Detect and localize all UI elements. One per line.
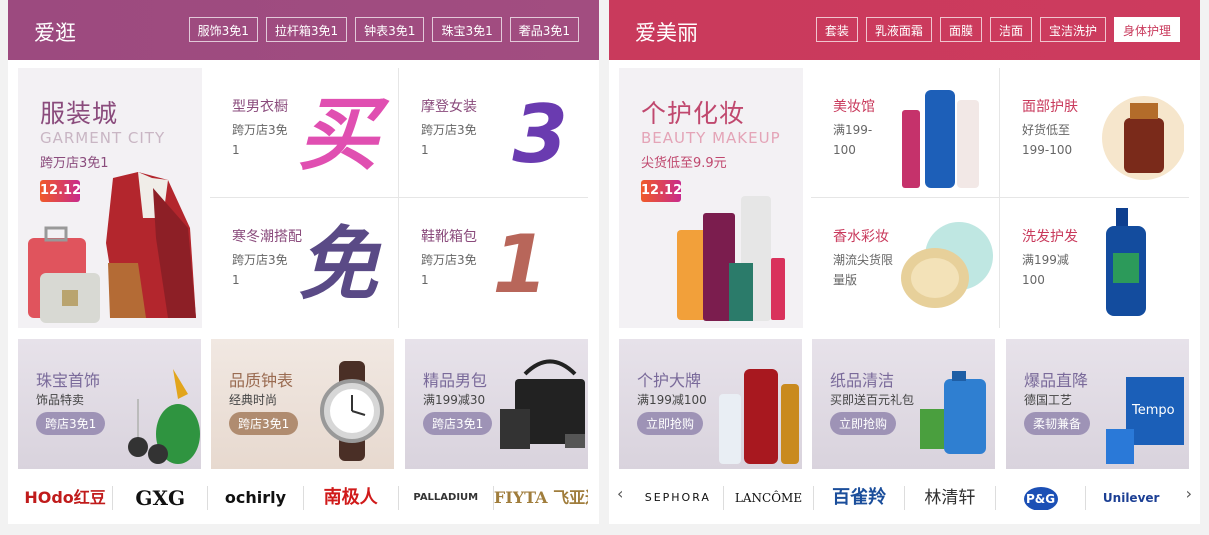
right-panel: 爱美丽 套装 乳液面霜 面膜 洁面 宝洁洗护 身体护理 个护化妆 BEAUTY … [609, 0, 1200, 524]
big-char-mai: 买 [298, 88, 378, 181]
category-subtitle: 满199减100 [1022, 253, 1069, 287]
right-tag-list: 套装 乳液面霜 面膜 洁面 宝洁洗护 身体护理 [815, 17, 1180, 42]
personal-care-image [719, 369, 799, 464]
beauty-hall-image [902, 90, 979, 188]
category-title: 面部护肤 [1022, 99, 1078, 115]
promo-mens-bags[interactable]: 精品男包 满199减30 跨店3免1 [405, 339, 588, 469]
category-title: 摩登女装 [421, 99, 477, 115]
left-brand-strip: HOdo红豆 GXG ochirly 南极人 PALLADIUM FIYTA 飞… [18, 475, 588, 520]
category-womenswear[interactable]: 摩登女装 跨万店3免1 3 [399, 68, 588, 198]
pg-logo: P&G [1023, 486, 1058, 510]
brand-gxg[interactable]: GXG [113, 485, 209, 510]
right-tag-5[interactable]: 身体护理 [1113, 17, 1180, 42]
category-subtitle: 潮流尖货限量版 [833, 253, 894, 287]
category-title: 型男衣橱 [232, 99, 288, 115]
category-hair-care[interactable]: 洗发护发 满199减100 [1000, 198, 1189, 328]
category-subtitle: 满199-100 [833, 123, 873, 157]
brand-sephora[interactable]: SEPHORA [633, 485, 724, 510]
promo-watches[interactable]: 品质钟表 经典时尚 跨店3免1 [211, 339, 394, 469]
detergent-image [920, 371, 986, 454]
category-title: 寒冬潮搭配 [232, 229, 302, 245]
left-tag-list: 服饰3免1 拉杆箱3免1 钟表3免1 珠宝3免1 奢品3免1 [188, 17, 579, 42]
right-panel-header: 爱美丽 套装 乳液面霜 面膜 洁面 宝洁洗护 身体护理 [609, 0, 1200, 60]
cosmetics-illustration [677, 196, 785, 321]
brand-ochirly[interactable]: ochirly [208, 485, 304, 510]
category-perfume-makeup[interactable]: 香水彩妆 潮流尖货限量版 [811, 198, 1000, 328]
brand-prev-arrow[interactable]: ‹ [617, 484, 623, 503]
category-title: 洗发护发 [1022, 229, 1078, 245]
left-panel-header: 爱逛 服饰3免1 拉杆箱3免1 钟表3免1 珠宝3免1 奢品3免1 [8, 0, 599, 60]
left-tag-0[interactable]: 服饰3免1 [188, 17, 258, 42]
right-tag-2[interactable]: 面膜 [939, 17, 982, 42]
brand-pechoin[interactable]: 百雀羚 [814, 485, 906, 510]
category-title: 鞋靴箱包 [421, 229, 477, 245]
right-tag-4[interactable]: 宝洁洗护 [1039, 17, 1106, 42]
svg-text:Tempo: Tempo [1131, 403, 1175, 418]
right-tag-1[interactable]: 乳液面霜 [865, 17, 932, 42]
category-subtitle: 跨万店3免1 [232, 123, 288, 157]
big-char-mian: 免 [298, 218, 378, 311]
right-brand-strip: SEPHORA LANCÔME 百雀羚 林清轩 P&G Unilever [633, 475, 1176, 520]
hair-care-image [1106, 208, 1146, 316]
beauty-hero-banner[interactable]: 个护化妆 BEAUTY MAKEUP 尖货低至9.9元 12.12 [619, 68, 803, 328]
category-face-care[interactable]: 面部护肤 好货低至199-100 [1000, 68, 1189, 198]
left-tag-2[interactable]: 钟表3免1 [355, 17, 425, 42]
brand-linqingxuan[interactable]: 林清轩 [905, 485, 996, 510]
left-category-grid: 型男衣橱 跨万店3免1 买 摩登女装 跨万店3免1 3 寒冬潮搭配 跨万店3免1… [210, 68, 588, 328]
promo-jewelry[interactable]: 珠宝首饰 饰品特卖 跨店3免1 [18, 339, 201, 469]
brand-unilever[interactable]: Unilever [1086, 486, 1176, 510]
promo-paper-cleaning[interactable]: 纸品清洁 买即送百元礼包 立即抢购 [812, 339, 995, 469]
garment-hero-banner[interactable]: 服装城 GARMENT CITY 跨万店3免1 12.12 [18, 68, 202, 328]
category-winter-outfit[interactable]: 寒冬潮搭配 跨万店3免1 免 [210, 198, 399, 328]
category-subtitle: 跨万店3免1 [232, 253, 288, 287]
right-tag-3[interactable]: 洁面 [989, 17, 1032, 42]
left-tag-1[interactable]: 拉杆箱3免1 [265, 17, 348, 42]
left-tag-3[interactable]: 珠宝3免1 [432, 17, 502, 42]
left-tag-4[interactable]: 奢品3免1 [509, 17, 579, 42]
category-subtitle: 跨万店3免1 [421, 123, 477, 157]
tissue-image: Tempo [1106, 377, 1184, 464]
category-title: 美妆馆 [833, 99, 875, 115]
jewelry-image [128, 369, 200, 464]
garment-illustration [28, 172, 196, 323]
category-title: 香水彩妆 [833, 229, 889, 245]
category-subtitle: 好货低至199-100 [1022, 123, 1073, 157]
perfume-makeup-image [901, 222, 993, 308]
promo-hot-deals[interactable]: 爆品直降 德国工艺 柔韧兼备 Tempo [1006, 339, 1189, 469]
category-menswear[interactable]: 型男衣橱 跨万店3免1 买 [210, 68, 399, 198]
category-shoes-bags[interactable]: 鞋靴箱包 跨万店3免1 1 [399, 198, 588, 328]
big-char-three: 3 [512, 88, 568, 181]
brand-lancome[interactable]: LANCÔME [724, 485, 815, 510]
category-beauty-hall[interactable]: 美妆馆 满199-100 [811, 68, 1000, 198]
promo-personal-care[interactable]: 个护大牌 满199减100 立即抢购 [619, 339, 802, 469]
brand-hodo[interactable]: HOdo红豆 [18, 485, 114, 510]
bag-image [500, 359, 585, 449]
big-char-one: 1 [492, 218, 548, 311]
brand-fiyta[interactable]: FIYTA 飞亚达 [494, 486, 588, 510]
right-category-grid: 美妆馆 满199-100 面部护肤 好货低至199-100 香水彩妆 潮流尖货限… [811, 68, 1189, 328]
brand-pg[interactable]: P&G [996, 485, 1087, 510]
watch-image [320, 361, 384, 461]
category-subtitle: 跨万店3免1 [421, 253, 477, 287]
right-tag-0[interactable]: 套装 [815, 17, 858, 42]
brand-nanjiren[interactable]: 南极人 [304, 485, 399, 510]
brand-palladium[interactable]: PALLADIUM [399, 485, 494, 510]
left-panel-title: 爱逛 [34, 21, 76, 45]
left-panel: 爱逛 服饰3免1 拉杆箱3免1 钟表3免1 珠宝3免1 奢品3免1 服装城 GA… [8, 0, 599, 524]
right-panel-title: 爱美丽 [635, 21, 698, 45]
face-care-image [1102, 96, 1184, 180]
brand-next-arrow[interactable]: › [1186, 484, 1192, 503]
